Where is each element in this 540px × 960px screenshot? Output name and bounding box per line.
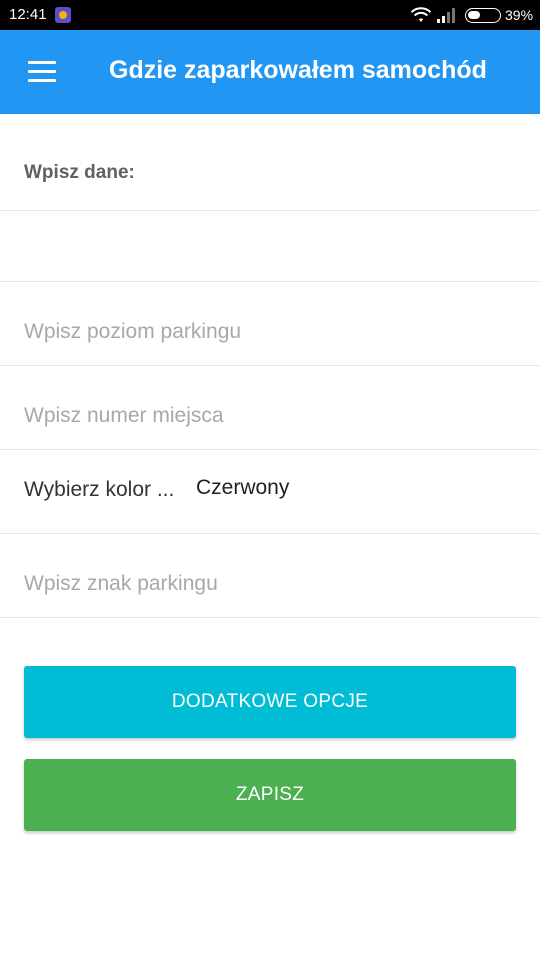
divider (0, 210, 540, 211)
divider (0, 617, 540, 618)
spot-number-field (24, 391, 516, 443)
color-picker-value[interactable]: Czerwony (196, 476, 289, 500)
color-picker-row[interactable]: Wybierz kolor ... Czerwony (24, 476, 516, 508)
hamburger-menu-icon[interactable] (28, 61, 56, 83)
spot-number-input[interactable] (24, 391, 516, 441)
divider (0, 533, 540, 534)
status-time: 12:41 (9, 6, 47, 23)
parking-sign-field (24, 559, 516, 611)
app-notification-icon (55, 7, 71, 23)
parking-level-input[interactable] (24, 307, 516, 357)
battery-icon (465, 8, 501, 23)
more-options-button[interactable]: Dodatkowe opcje (24, 666, 516, 738)
divider (0, 449, 540, 450)
section-label: Wpisz dane: (24, 162, 135, 183)
signal-icon (437, 8, 457, 27)
app-title: Gdzie zaparkowałem samochód (109, 56, 487, 84)
battery-percentage: 39% (505, 7, 534, 23)
wifi-icon (410, 6, 432, 28)
divider (0, 365, 540, 366)
color-picker-label: Wybierz kolor ... (24, 478, 175, 501)
status-bar: 12:41 39% (0, 0, 540, 30)
parking-sign-input[interactable] (24, 559, 516, 609)
app-bar: Gdzie zaparkowałem samochód (0, 30, 540, 114)
save-button[interactable]: Zapisz (24, 759, 516, 831)
parking-level-field (24, 307, 516, 359)
divider (0, 281, 540, 282)
